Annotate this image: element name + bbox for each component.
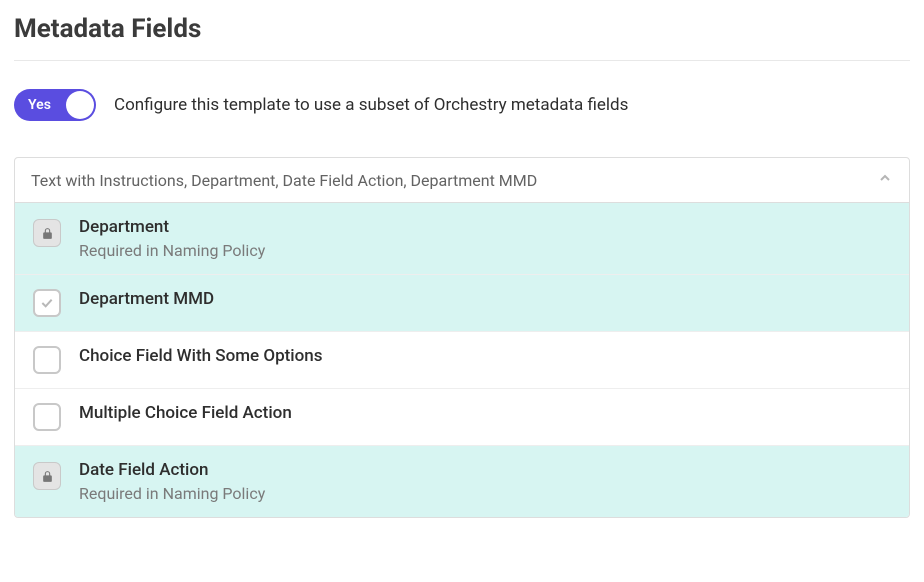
- field-name: Date Field Action: [79, 460, 265, 480]
- panel-body: Department Required in Naming Policy Dep…: [15, 202, 909, 517]
- toggle-knob: [66, 91, 94, 119]
- chevron-up-icon: [877, 170, 893, 190]
- field-name: Choice Field With Some Options: [79, 346, 323, 366]
- fields-panel: Text with Instructions, Department, Date…: [14, 157, 910, 518]
- field-row[interactable]: Choice Field With Some Options: [15, 332, 909, 389]
- use-subset-toggle[interactable]: Yes: [14, 89, 96, 121]
- field-row[interactable]: Department MMD: [15, 275, 909, 332]
- toggle-label: Yes: [28, 97, 51, 113]
- field-name: Department MMD: [79, 289, 214, 309]
- lock-icon: [33, 219, 61, 247]
- page-title: Metadata Fields: [14, 14, 910, 61]
- field-subtitle: Required in Naming Policy: [79, 241, 265, 260]
- lock-icon: [33, 462, 61, 490]
- field-checkbox[interactable]: [33, 403, 61, 431]
- field-checkbox[interactable]: [33, 346, 61, 374]
- field-subtitle: Required in Naming Policy: [79, 484, 265, 503]
- field-name: Department: [79, 217, 265, 237]
- field-checkbox[interactable]: [33, 289, 61, 317]
- panel-summary: Text with Instructions, Department, Date…: [31, 171, 537, 190]
- toggle-row: Yes Configure this template to use a sub…: [14, 89, 910, 121]
- field-row[interactable]: Date Field Action Required in Naming Pol…: [15, 446, 909, 517]
- field-row[interactable]: Department Required in Naming Policy: [15, 203, 909, 275]
- toggle-description: Configure this template to use a subset …: [114, 95, 628, 115]
- field-name: Multiple Choice Field Action: [79, 403, 292, 423]
- field-row[interactable]: Multiple Choice Field Action: [15, 389, 909, 446]
- panel-header[interactable]: Text with Instructions, Department, Date…: [15, 158, 909, 202]
